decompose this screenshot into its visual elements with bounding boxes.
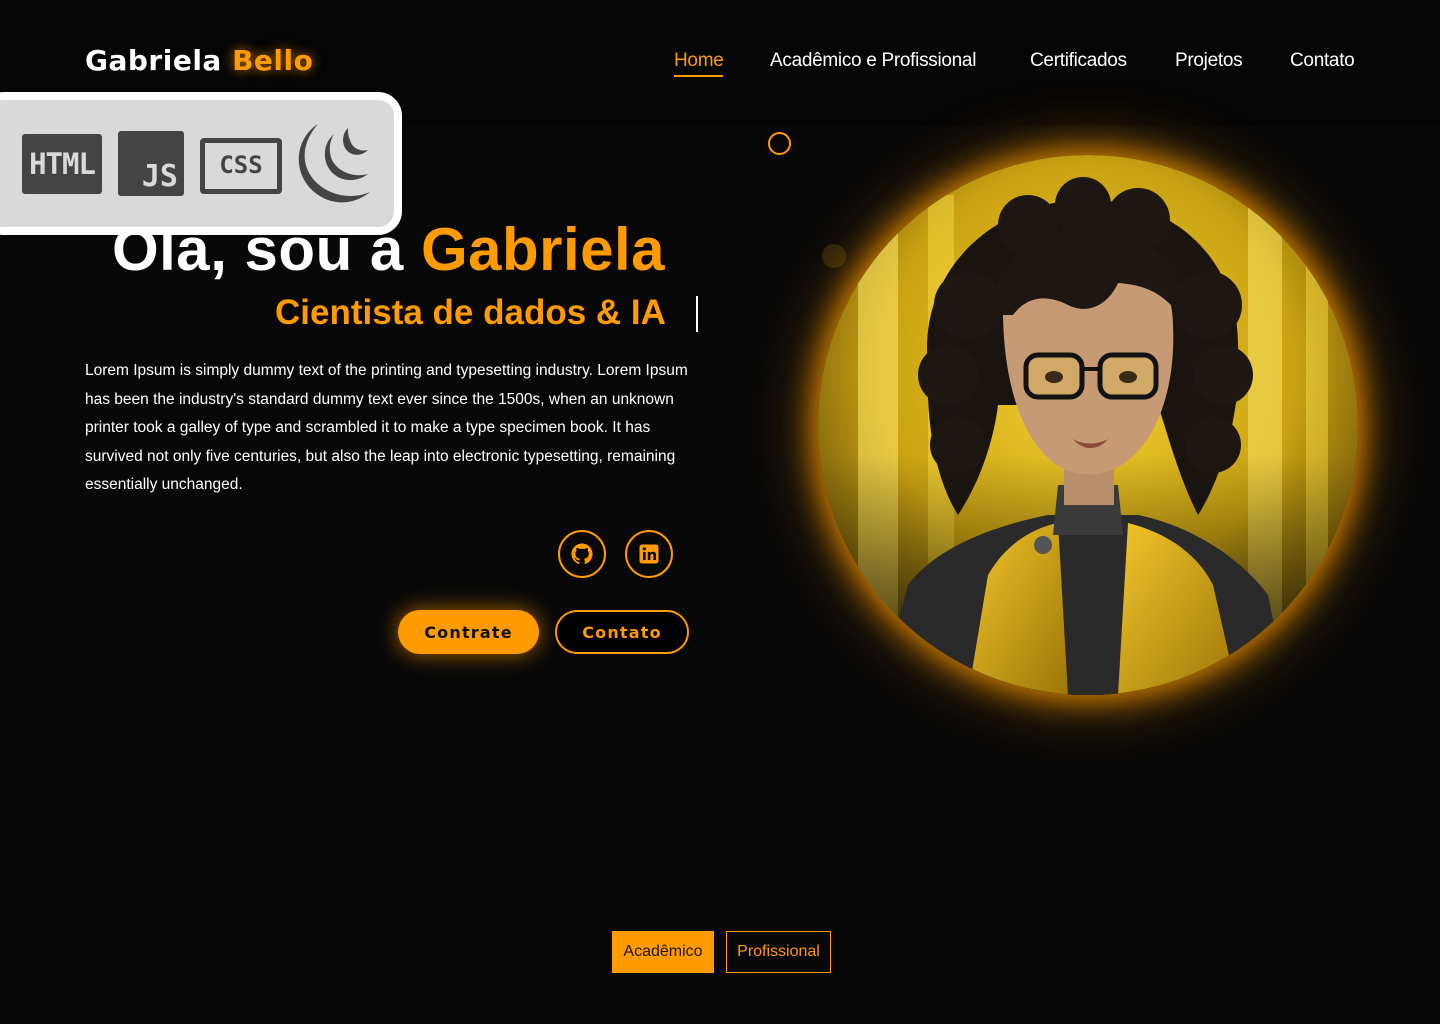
html-icon: HTML <box>22 134 102 194</box>
profile-portrait <box>818 155 1358 695</box>
decorative-dot <box>822 244 846 268</box>
tab-profissional[interactable]: Profissional <box>726 931 831 973</box>
decorative-ring <box>768 132 791 155</box>
css-icon: CSS <box>200 138 282 194</box>
js-icon: JS <box>118 131 184 196</box>
hero-name: Gabriela <box>420 216 666 283</box>
github-icon <box>571 543 593 565</box>
nav-academico-profissional[interactable]: Acadêmico e Profissional <box>770 50 976 72</box>
nav-home[interactable]: Home <box>674 50 724 77</box>
jquery-icon <box>298 124 370 203</box>
contato-button[interactable]: Contato <box>555 610 689 654</box>
hero-subtitle: Cientista de dados & IA <box>275 293 666 332</box>
nav-certificados[interactable]: Certificados <box>1030 50 1127 72</box>
nav-contato[interactable]: Contato <box>1290 50 1355 72</box>
hero-description: Lorem Ipsum is simply dummy text of the … <box>85 362 688 493</box>
portrait-illustration <box>818 155 1358 695</box>
tech-stack-card: HTML JS CSS <box>0 92 402 235</box>
tab-academico[interactable]: Acadêmico <box>612 931 714 973</box>
github-button[interactable] <box>558 530 606 578</box>
linkedin-icon <box>639 544 659 564</box>
nav-projetos[interactable]: Projetos <box>1175 50 1243 72</box>
typing-cursor <box>696 296 698 332</box>
main-nav: Home Acadêmico e Profissional Certificad… <box>0 50 1440 80</box>
linkedin-button[interactable] <box>625 530 673 578</box>
contrate-button[interactable]: Contrate <box>398 610 539 654</box>
js-label: JS <box>141 159 178 194</box>
